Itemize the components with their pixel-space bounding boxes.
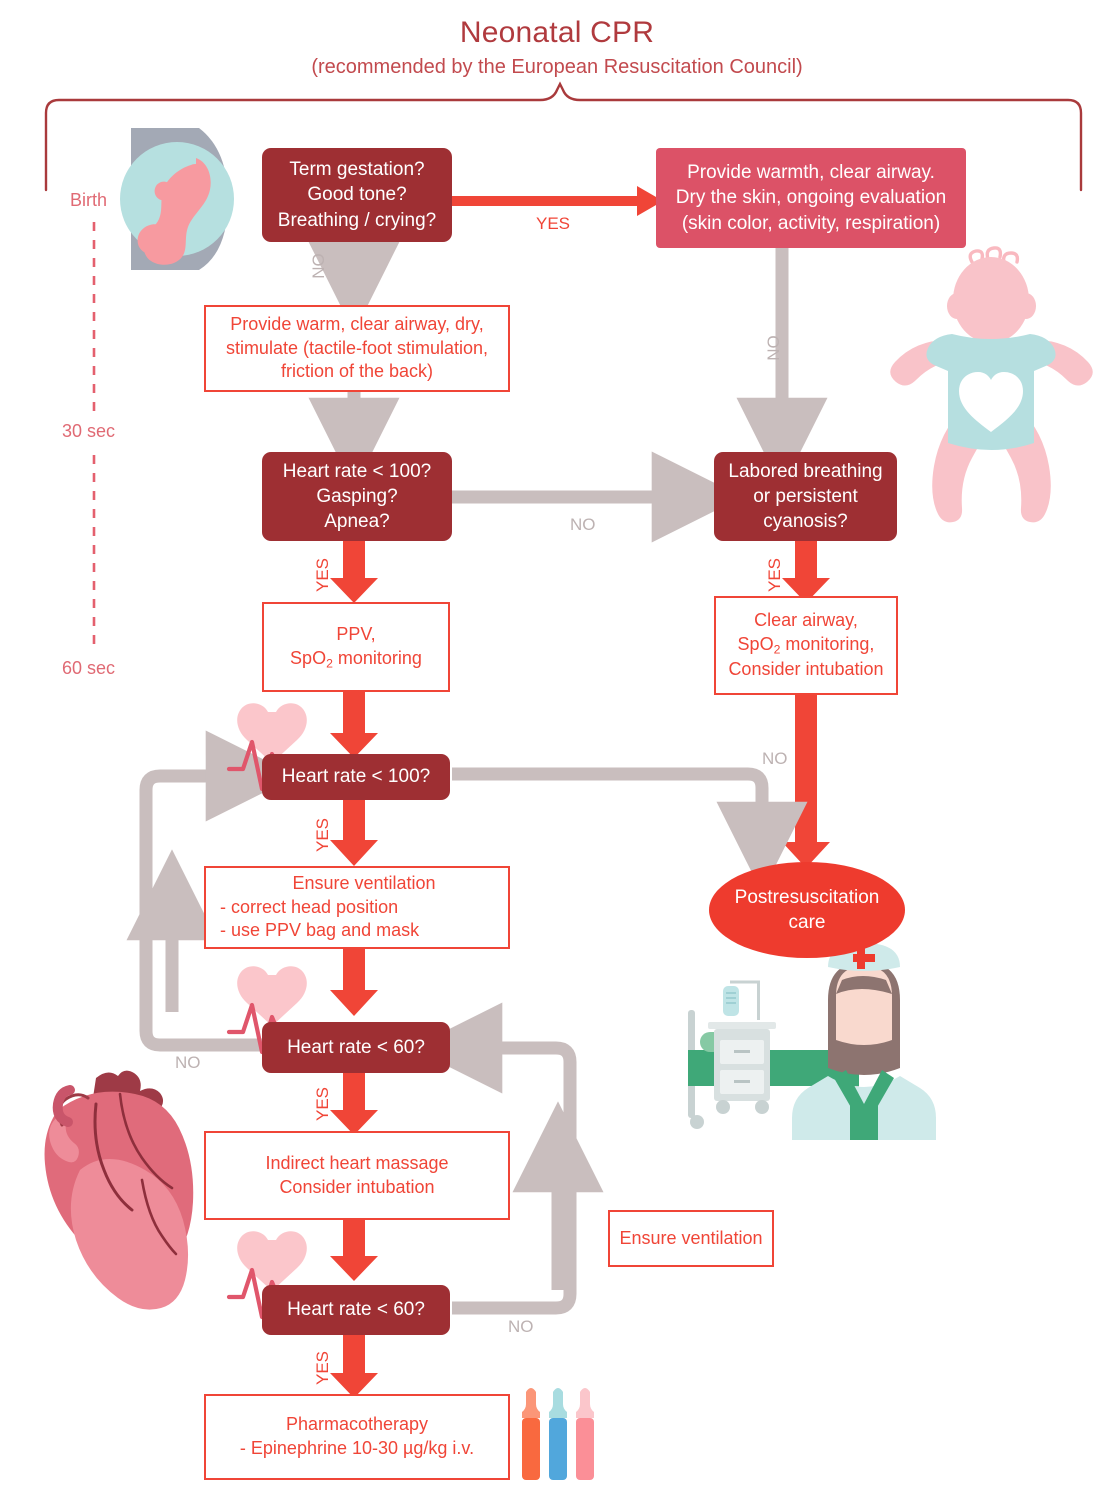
node-line: - Epinephrine 10-30 µg/kg i.v. <box>239 1438 475 1458</box>
node-line: Indirect heart massage <box>265 1152 449 1173</box>
node-line: Heart rate < 100? <box>281 766 431 788</box>
node-line: Gasping? <box>316 485 398 507</box>
node-hr60-check-first[interactable]: Heart rate < 60? <box>262 1022 450 1073</box>
node-line: Dry the skin, ongoing evaluation <box>675 187 947 209</box>
edge-label-yes-labored-to-clearairway: YES <box>765 557 785 593</box>
node-pharmacotherapy[interactable]: Pharmacotherapy - Epinephrine 10-30 µg/k… <box>204 1394 510 1480</box>
edge-label-no-hr60-first-loopback: NO <box>175 1053 201 1072</box>
node-labored-breathing-cyanosis[interactable]: Labored breathing or persistent cyanosis… <box>714 452 897 541</box>
node-initial-steps[interactable]: Provide warm, clear airway, dry, stimula… <box>204 305 510 392</box>
edge-label-yes-hr60-first-to-massage: YES <box>313 1086 333 1122</box>
timeline-label-60sec: 60 sec <box>62 658 116 678</box>
node-initial-assessment[interactable]: Term gestation? Good tone? Breathing / c… <box>262 148 452 242</box>
timeline-label-30sec: 30 sec <box>62 421 116 441</box>
diagram-canvas: Neonatal CPR (recommended by the Europea… <box>0 0 1114 1500</box>
node-line-spo2: SpO2 monitoring, <box>738 633 875 658</box>
node-line: (skin color, activity, respiration) <box>681 212 941 234</box>
node-line: Pharmacotherapy <box>285 1414 429 1435</box>
node-line-spo2: SpO2 monitoring <box>290 647 422 672</box>
ampoules-illustration <box>522 1388 594 1480</box>
spo2-prefix: SpO <box>737 634 774 655</box>
node-line: Consider intubation <box>728 658 884 679</box>
node-line: Labored breathing <box>728 460 883 482</box>
edge-label-yes-hr100check-to-ventilation: YES <box>313 817 333 853</box>
node-line: Heart rate < 100? <box>282 460 432 482</box>
node-line: Term gestation? <box>289 159 425 181</box>
edge-label-no-routine-to-labored: NO <box>763 335 783 361</box>
baby-illustration <box>890 246 1093 523</box>
node-line: Heart rate < 60? <box>287 1036 425 1058</box>
node-clear-airway-spo2-intubation[interactable]: Clear airway, SpO2 monitoring, Consider … <box>714 596 898 695</box>
node-line: Good tone? <box>307 184 407 206</box>
spo2-suffix: monitoring <box>332 647 422 668</box>
page-title: Neonatal CPR (recommended by the Europea… <box>0 16 1114 79</box>
node-line: Apnea? <box>324 511 390 533</box>
node-line: Consider intubation <box>279 1176 435 1197</box>
fetus-in-womb-illustration <box>120 128 234 270</box>
node-line: - use PPV bag and mask <box>220 920 420 941</box>
node-hr100-check[interactable]: Heart rate < 100? <box>262 754 450 800</box>
node-line: Ensure ventilation <box>619 1227 763 1248</box>
node-line: Breathing / crying? <box>277 209 437 231</box>
spo2-prefix: SpO <box>290 647 327 668</box>
node-hr60-check-second[interactable]: Heart rate < 60? <box>262 1285 450 1335</box>
anatomical-heart-illustration <box>44 1070 194 1310</box>
node-line: Provide warmth, clear airway. <box>687 162 935 184</box>
node-line: Heart rate < 60? <box>287 1299 425 1321</box>
edge-label-yes-gasping-to-ppv: YES <box>313 557 333 593</box>
node-line: or persistent <box>753 485 858 507</box>
node-routine-care[interactable]: Provide warmth, clear airway. Dry the sk… <box>656 148 966 248</box>
spo2-subscript: 2 <box>326 656 333 671</box>
node-line: friction of the back) <box>280 361 434 382</box>
node-line: Ensure ventilation <box>292 872 436 893</box>
node-hr100-gasping-apnea[interactable]: Heart rate < 100? Gasping? Apnea? <box>262 452 452 541</box>
edge-label-yes-routine-care: YES <box>536 214 571 233</box>
edge-label-no-gasping-to-labored: NO <box>570 515 596 534</box>
spo2-suffix: monitoring, <box>780 634 875 655</box>
edge-label-no-hr60-second-loopback: NO <box>508 1317 534 1336</box>
nurse-hospital-illustration <box>688 943 936 1140</box>
timeline-label-birth: Birth <box>70 190 108 210</box>
node-line: PPV, <box>336 623 376 644</box>
node-line: Postresuscitation <box>734 886 880 908</box>
node-line: Clear airway, <box>754 610 858 631</box>
node-ensure-ventilation-detail[interactable]: Ensure ventilation - correct head positi… <box>204 866 510 949</box>
node-line: Provide warm, clear airway, dry, <box>230 313 484 334</box>
node-ensure-ventilation-note[interactable]: Ensure ventilation <box>608 1210 774 1267</box>
edge-label-yes-hr60-second-to-pharma: YES <box>313 1350 333 1386</box>
node-line: cyanosis? <box>763 511 848 533</box>
node-line: care <box>788 912 826 933</box>
node-indirect-heart-massage[interactable]: Indirect heart massage Consider intubati… <box>204 1131 510 1220</box>
edge-label-no-hr100check-to-post: NO <box>762 749 788 768</box>
edge-label-no-initial-steps: NO <box>308 253 328 279</box>
title-main: Neonatal CPR <box>459 16 655 49</box>
node-postresuscitation-care[interactable]: Postresuscitation care <box>709 862 905 958</box>
node-line: stimulate (tactile-foot stimulation, <box>225 337 489 358</box>
node-ppv-spo2-monitoring[interactable]: PPV, SpO2 monitoring <box>262 602 450 692</box>
title-subtitle: (recommended by the European Resuscitati… <box>311 56 803 78</box>
node-line: - correct head position <box>220 896 399 917</box>
